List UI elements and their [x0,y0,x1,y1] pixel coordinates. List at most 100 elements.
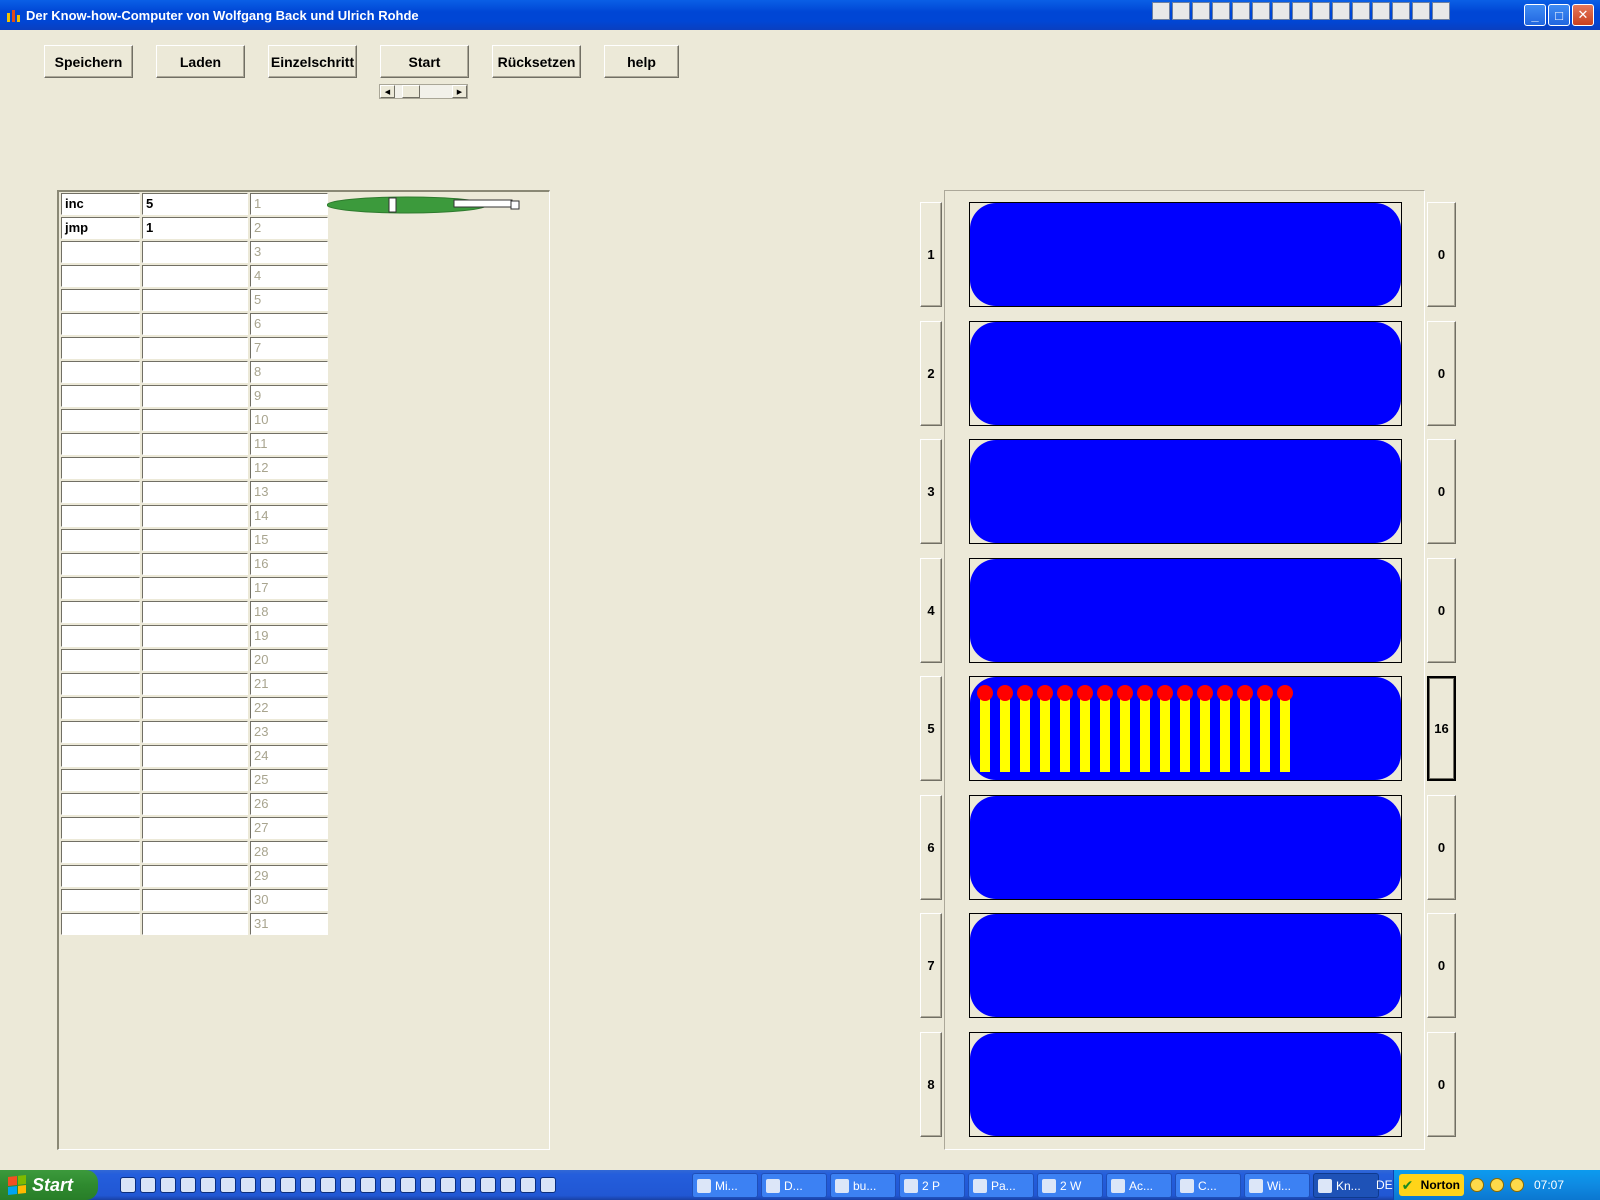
close-button[interactable]: ✕ [1572,4,1594,26]
command-cell[interactable] [61,505,140,527]
argument-cell[interactable] [142,481,248,503]
command-cell[interactable] [61,529,140,551]
quick-launch-icon[interactable] [380,1177,396,1193]
register-count[interactable]: 0 [1427,321,1456,426]
argument-cell[interactable] [142,745,248,767]
register-count[interactable]: 16 [1427,676,1456,781]
command-cell[interactable] [61,577,140,599]
taskbar-task-button[interactable]: 2 W [1037,1173,1103,1198]
command-cell[interactable] [61,625,140,647]
quick-launch-icon[interactable] [200,1177,216,1193]
quick-icon[interactable] [1392,2,1410,20]
command-cell[interactable] [61,793,140,815]
command-cell[interactable] [61,601,140,623]
command-cell[interactable] [61,649,140,671]
quick-launch-icon[interactable] [400,1177,416,1193]
command-cell[interactable] [61,697,140,719]
argument-cell[interactable] [142,265,248,287]
taskbar-task-button[interactable]: Kn... [1313,1173,1379,1198]
quick-icon[interactable] [1352,2,1370,20]
start-button[interactable]: Start [380,45,469,78]
argument-cell[interactable] [142,841,248,863]
argument-cell[interactable] [142,241,248,263]
command-cell[interactable] [61,913,140,935]
speed-scroll-thumb[interactable] [402,85,420,98]
argument-cell[interactable] [142,433,248,455]
command-cell[interactable]: jmp [61,217,140,239]
load-button[interactable]: Laden [156,45,245,78]
quick-launch-icon[interactable] [260,1177,276,1193]
quick-launch-icon[interactable] [120,1177,136,1193]
quick-launch-icon[interactable] [460,1177,476,1193]
command-cell[interactable] [61,673,140,695]
register-count[interactable]: 0 [1427,1032,1456,1137]
quick-icon[interactable] [1172,2,1190,20]
argument-cell[interactable] [142,865,248,887]
quick-icon[interactable] [1232,2,1250,20]
quick-launch-icon[interactable] [340,1177,356,1193]
command-cell[interactable] [61,409,140,431]
quick-launch-icon[interactable] [500,1177,516,1193]
scroll-right-arrow-icon[interactable]: ▶ [452,85,467,98]
argument-cell[interactable] [142,313,248,335]
quick-icon[interactable] [1312,2,1330,20]
quick-icon[interactable] [1252,2,1270,20]
quick-launch-icon[interactable] [220,1177,236,1193]
quick-launch-icon[interactable] [240,1177,256,1193]
help-button[interactable]: help [604,45,679,78]
argument-cell[interactable] [142,625,248,647]
taskbar-task-button[interactable]: Pa... [968,1173,1034,1198]
quick-launch-icon[interactable] [440,1177,456,1193]
quick-launch-icon[interactable] [360,1177,376,1193]
command-cell[interactable] [61,889,140,911]
register-box[interactable] [969,913,1402,1018]
quick-icon[interactable] [1432,2,1450,20]
command-cell[interactable] [61,817,140,839]
reset-button[interactable]: Rücksetzen [492,45,581,78]
command-cell[interactable] [61,553,140,575]
speed-scrollbar[interactable]: ◀ ▶ [379,84,468,99]
argument-cell[interactable] [142,289,248,311]
command-cell[interactable] [61,385,140,407]
quick-icon[interactable] [1372,2,1390,20]
command-cell[interactable] [61,241,140,263]
argument-cell[interactable] [142,529,248,551]
quick-launch-icon[interactable] [480,1177,496,1193]
command-cell[interactable] [61,745,140,767]
register-box[interactable] [969,676,1402,781]
register-box[interactable] [969,202,1402,307]
register-box[interactable] [969,1032,1402,1137]
taskbar-task-button[interactable]: Ac... [1106,1173,1172,1198]
quick-launch-icon[interactable] [160,1177,176,1193]
norton-button[interactable]: Norton [1398,1174,1464,1196]
register-box[interactable] [969,558,1402,663]
quick-icon[interactable] [1292,2,1310,20]
command-cell[interactable]: inc [61,193,140,215]
command-cell[interactable] [61,865,140,887]
quick-icon[interactable] [1412,2,1430,20]
argument-cell[interactable] [142,409,248,431]
quick-launch-icon[interactable] [280,1177,296,1193]
argument-cell[interactable]: 5 [142,193,248,215]
quick-icon[interactable] [1332,2,1350,20]
command-cell[interactable] [61,337,140,359]
taskbar-task-button[interactable]: Wi... [1244,1173,1310,1198]
quick-icon[interactable] [1152,2,1170,20]
single-step-button[interactable]: Einzelschritt [268,45,357,78]
register-count[interactable]: 0 [1427,558,1456,663]
quick-launch-icon[interactable] [540,1177,556,1193]
quick-icon[interactable] [1192,2,1210,20]
quick-launch-icon[interactable] [180,1177,196,1193]
command-cell[interactable] [61,265,140,287]
taskbar-task-button[interactable]: C... [1175,1173,1241,1198]
argument-cell[interactable] [142,817,248,839]
quick-icon[interactable] [1212,2,1230,20]
argument-cell[interactable] [142,721,248,743]
quick-launch-icon[interactable] [140,1177,156,1193]
quick-launch-icon[interactable] [300,1177,316,1193]
taskbar-task-button[interactable]: D... [761,1173,827,1198]
command-cell[interactable] [61,841,140,863]
save-button[interactable]: Speichern [44,45,133,78]
quick-launch-icon[interactable] [420,1177,436,1193]
register-box[interactable] [969,795,1402,900]
